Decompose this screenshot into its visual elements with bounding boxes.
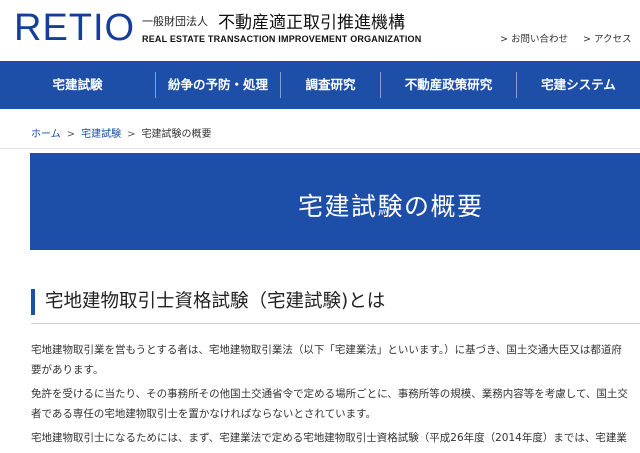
section-rule [31,323,640,324]
paragraph-line: 要があります。 [31,364,104,376]
breadcrumb-current: 宅建試験の概要 [141,129,212,140]
contact-link[interactable]: > お問い合わせ [500,31,568,45]
page-banner: 宅建試験の概要 [30,153,640,250]
breadcrumb: ホーム > 宅建試験 > 宅建試験の概要 [31,125,211,140]
paragraph-2: 免許を受けるに当たり、その事務所その他国土交通省令で定める場所ごとに、事務所等の… [31,384,640,424]
breadcrumb-home[interactable]: ホーム [31,129,61,140]
paragraph-line: 免許を受けるに当たり、その事務所その他国土交通省令で定める場所ごとに、事務所等の… [31,388,628,400]
section-heading: 宅地建物取引士資格試験（宅建試験)とは [31,289,385,315]
paragraph-line: 宅地建物取引業を営もうとする者は、宅地建物取引業法（以下「宅建業法」といいます。… [31,344,622,356]
paragraph-line: 宅地建物取引士になるためには、まず、宅建業法で定める宅地建物取引士資格試験（平成… [31,432,627,444]
page-title: 宅建試験の概要 [298,192,484,221]
paragraph-1: 宅地建物取引業を営もうとする者は、宅地建物取引業法（以下「宅建業法」といいます。… [31,340,640,380]
site-header: RETIO 一般財団法人 不動産適正取引推進機構 REAL ESTATE TRA… [0,0,640,60]
nav-item-system[interactable]: 宅建システム [516,72,640,98]
breadcrumb-separator: > [66,129,76,140]
org-name-en: REAL ESTATE TRANSACTION IMPROVEMENT ORGA… [142,34,422,44]
breadcrumb-divider [0,148,640,149]
nav-item-research[interactable]: 調査研究 [280,72,380,98]
breadcrumb-section[interactable]: 宅建試験 [81,129,121,140]
nav-item-policy[interactable]: 不動産政策研究 [380,72,516,98]
retio-logo[interactable]: RETIO [14,8,135,48]
nav-item-dispute[interactable]: 紛争の予防・処理 [155,72,280,98]
nav-item-exam[interactable]: 宅建試験 [0,72,155,98]
org-name-ja: 不動産適正取引推進機構 [218,13,405,33]
org-prefix: 一般財団法人 [142,15,208,28]
global-nav: 宅建試験 紛争の予防・処理 調査研究 不動産政策研究 宅建システム [0,61,640,109]
paragraph-3: 宅地建物取引士になるためには、まず、宅建業法で定める宅地建物取引士資格試験（平成… [31,428,640,448]
access-link[interactable]: > アクセス [583,31,632,45]
breadcrumb-separator: > [127,129,136,140]
paragraph-line: 者である専任の宅地建物取引士を置かなければならないとされています。 [31,408,377,420]
